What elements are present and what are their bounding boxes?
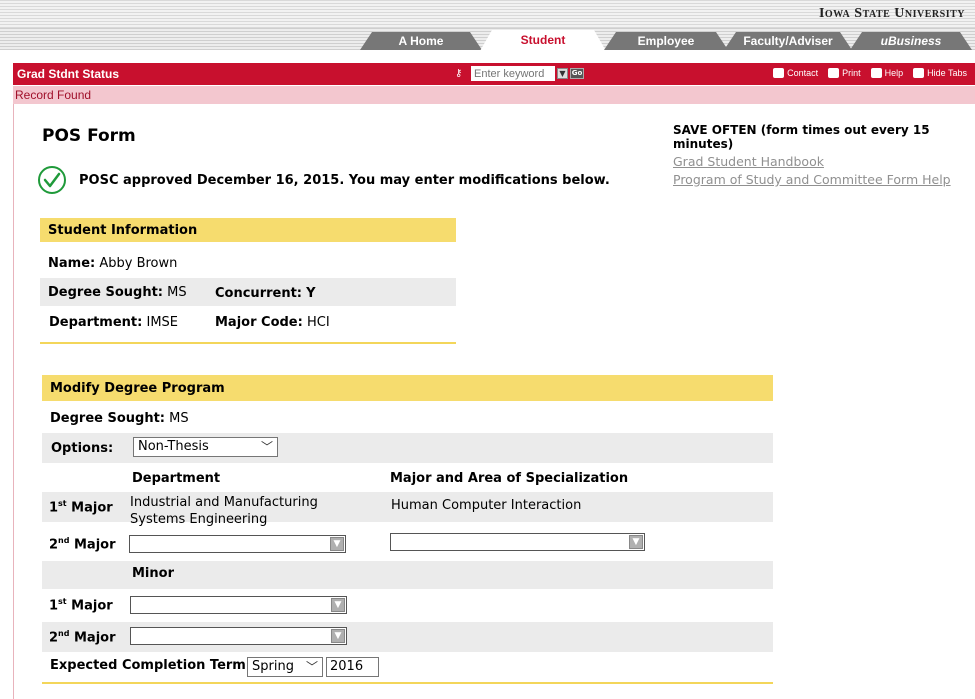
major-code-value: HCI [306,315,330,330]
degree-label: Degree Sought: [48,285,164,300]
go-button[interactable]: Go [570,68,584,79]
pos-form-help-link[interactable]: Program of Study and Committee Form Help [673,171,975,189]
dropdown-arrow-icon: ▼ [331,629,345,643]
name-value: Abby Brown [99,256,178,271]
left-border [13,104,14,699]
check-circle-icon [38,166,66,194]
second-minor-select[interactable]: ▼ [130,627,347,645]
status-bar: Record Found [13,86,975,104]
tab-home[interactable]: A Home [360,32,482,50]
status-text: Record Found [15,88,92,102]
completion-year-input[interactable]: 2016 [326,657,379,677]
approval-notice: POSC approved December 16, 2015. You may… [37,165,610,195]
term-selected-value: Spring [252,659,294,674]
keyword-dropdown-icon[interactable]: ▼ [557,68,568,79]
first-minor-select[interactable]: ▼ [130,596,347,614]
tab-ubusiness[interactable]: uBusiness [850,32,972,50]
envelope-icon [773,68,785,78]
student-info-divider [40,342,456,344]
major-code-label: Major Code: [215,315,303,330]
page-header-bar: Grad Stdnt Status ⚷ ▼ Go Contact Print H… [13,63,975,85]
grad-handbook-link[interactable]: Grad Student Handbook [673,153,975,171]
keyword-search-input[interactable] [471,66,555,81]
options-select[interactable]: Non-Thesis ﹀ [133,437,278,457]
degree-value: MS [167,285,187,300]
chevron-down-icon: ﹀ [305,660,318,674]
dropdown-arrow-icon: ▼ [331,598,345,612]
second-major-label: 2nd Major [49,536,116,553]
modify-degree-heading: Modify Degree Program [42,375,773,401]
save-often-warning: SAVE OFTEN (form times out every 15 minu… [673,123,930,151]
department-value: IMSE [146,315,179,330]
tab-student[interactable]: Student [480,30,606,51]
side-notes: SAVE OFTEN (form times out every 15 minu… [673,123,975,189]
minor-heading: Minor [132,566,174,581]
tab-faculty-adviser[interactable]: Faculty/Adviser [724,32,852,50]
department-column-header: Department [132,471,221,486]
second-minor-label: 2nd Major [49,629,116,646]
university-logo: Iowa State University [818,6,965,21]
dropdown-arrow-icon: ▼ [629,535,643,549]
modify-degree-label: Degree Sought: [50,411,166,426]
tab-employee[interactable]: Employee [604,32,728,50]
dropdown-arrow-icon: ▼ [330,537,344,551]
hide-tabs-link[interactable]: Hide Tabs [913,68,967,78]
modify-divider [42,682,773,684]
options-selected-value: Non-Thesis [138,439,209,454]
first-minor-label: 1st Major [49,597,113,614]
concurrent-value: Y [306,286,316,301]
contact-link[interactable]: Contact [773,68,818,78]
help-link[interactable]: Help [870,68,903,78]
first-major-label: 1st Major [49,499,113,516]
student-info-heading: Student Information [40,218,456,242]
help-icon [870,68,882,78]
page-title: Grad Stdnt Status [17,67,120,81]
first-major-department: Industrial and Manufacturing Systems Eng… [130,495,318,527]
top-banner: Iowa State University [0,0,975,28]
department-label: Department: [49,315,143,330]
first-major-area: Human Computer Interaction [391,498,582,513]
second-major-department-select[interactable]: ▼ [129,535,346,553]
major-column-header: Major and Area of Specialization [390,471,629,486]
printer-icon [828,68,840,78]
approval-message: POSC approved December 16, 2015. You may… [79,172,610,188]
name-label: Name: [48,256,96,271]
hide-tabs-icon [913,68,925,78]
expected-completion-label: Expected Completion Term: [50,658,252,673]
concurrent-label: Concurrent: [215,286,302,301]
term-select[interactable]: Spring ﹀ [247,657,323,677]
print-link[interactable]: Print [828,68,861,78]
options-label: Options: [51,441,114,456]
modify-degree-value: MS [169,411,189,426]
form-title: POS Form [42,126,136,146]
second-major-area-select[interactable]: ▼ [390,533,645,551]
key-icon: ⚷ [455,67,463,79]
chevron-down-icon: ﹀ [260,440,273,454]
